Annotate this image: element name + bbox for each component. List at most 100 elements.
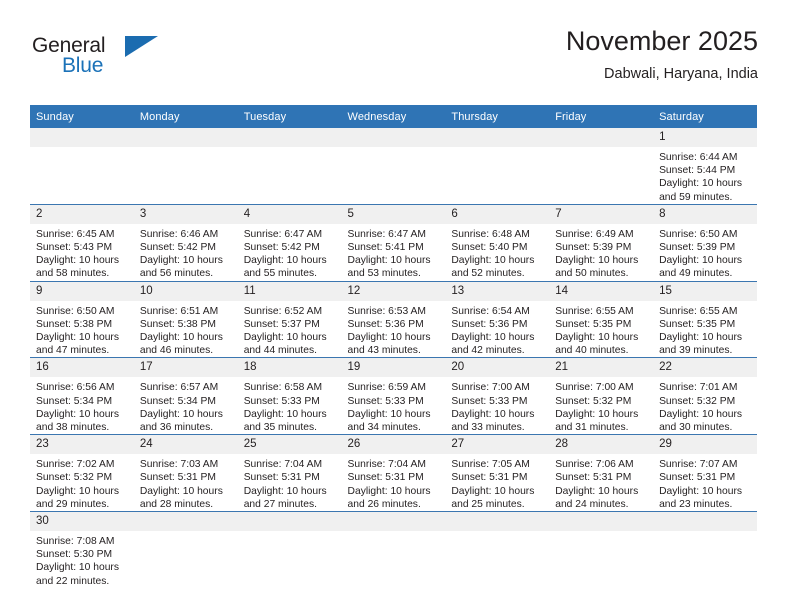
calendar-day-cell[interactable]: 22 Sunrise: 7:01 AM Sunset: 5:32 PM Dayligh… (653, 357, 757, 435)
day-number: 25 (237, 435, 342, 455)
calendar-cell-empty (237, 128, 342, 204)
sunset-text: Sunset: 5:33 PM (243, 395, 320, 407)
calendar-header-row: Sunday Monday Tuesday Wednesday Thursday Frid… (30, 105, 757, 128)
calendar-day-cell[interactable]: 2 Sunrise: 6:45 AM Sunset: 5:43 PM Daylight… (30, 203, 134, 282)
sunrise-text: Sunrise: 6:55 AM (555, 305, 634, 317)
calendar-cell-empty (341, 511, 446, 588)
calendar-week-row: 23 Sunrise: 7:02 AM Sunset: 5:32 PM Dayligh… (30, 434, 757, 512)
day-number: 2 (30, 204, 134, 224)
calendar-day-cell[interactable]: 23 Sunrise: 7:02 AM Sunset: 5:32 PM Dayligh… (30, 434, 134, 512)
page-title: November 2025 (565, 26, 758, 56)
day-number: 23 (30, 435, 134, 455)
sun-times-block: Sunrise: 7:06 AM Sunset: 5:31 PM Daylight:… (549, 454, 653, 511)
calendar-week-row: 9 Sunrise: 6:50 AM Sunset: 5:38 PM Daylight… (30, 280, 757, 358)
daylight-1-text: Daylight: 10 hours (555, 255, 639, 267)
sunrise-text: Sunrise: 6:52 AM (243, 305, 323, 317)
sunrise-text: Sunrise: 7:03 AM (139, 459, 219, 471)
day-number: 24 (133, 435, 238, 455)
daylight-2-text: and 56 minutes. (139, 268, 214, 280)
calendar-day-cell[interactable]: 12 Sunrise: 6:53 AM Sunset: 5:36 PM Dayligh… (341, 280, 446, 358)
sunrise-text: Sunrise: 6:56 AM (36, 382, 115, 394)
sunset-text: Sunset: 5:32 PM (659, 395, 736, 407)
day-number: 28 (549, 435, 654, 455)
daylight-1-text: Daylight: 10 hours (659, 255, 743, 267)
calendar-day-cell[interactable]: 14 Sunrise: 6:55 AM Sunset: 5:35 PM Dayligh… (549, 280, 654, 358)
calendar-day-cell[interactable]: 19 Sunrise: 6:59 AM Sunset: 5:33 PM Dayligh… (341, 357, 446, 435)
sun-times-block: Sunrise: 6:54 AM Sunset: 5:36 PM Daylight:… (445, 301, 549, 358)
calendar-day-cell[interactable]: 7 Sunrise: 6:49 AM Sunset: 5:39 PM Daylight… (549, 203, 654, 282)
daylight-2-text: and 58 minutes. (36, 268, 110, 280)
day-number (341, 512, 446, 532)
daylight-2-text: and 25 minutes. (451, 498, 525, 510)
day-number: 30 (30, 512, 134, 532)
calendar-week-row: 2 Sunrise: 6:45 AM Sunset: 5:43 PM Daylight… (30, 203, 757, 282)
sunrise-text: Sunrise: 6:50 AM (36, 305, 115, 317)
day-number (133, 512, 238, 532)
sun-times-block: Sunrise: 6:48 AM Sunset: 5:40 PM Daylight:… (445, 224, 549, 281)
sunset-text: Sunset: 5:40 PM (451, 242, 528, 254)
sun-times-block: Sunrise: 6:45 AM Sunset: 5:43 PM Daylight:… (30, 224, 134, 281)
daylight-2-text: and 59 minutes. (659, 191, 733, 203)
sun-times-block: Sunrise: 7:01 AM Sunset: 5:32 PM Daylight:… (653, 377, 757, 434)
sunset-text: Sunset: 5:31 PM (347, 472, 424, 484)
sunset-text: Sunset: 5:36 PM (347, 318, 424, 330)
calendar-day-cell[interactable]: 8 Sunrise: 6:50 AM Sunset: 5:39 PM Daylight… (653, 203, 757, 282)
calendar-day-cell[interactable]: 27 Sunrise: 7:05 AM Sunset: 5:31 PM Dayligh… (445, 434, 550, 512)
daylight-1-text: Daylight: 10 hours (243, 408, 327, 420)
general-blue-logo: General Blue (32, 34, 172, 90)
calendar-day-cell[interactable]: 17 Sunrise: 6:57 AM Sunset: 5:34 PM Dayligh… (133, 357, 238, 435)
daylight-2-text: and 55 minutes. (243, 268, 317, 280)
calendar-day-cell[interactable]: 26 Sunrise: 7:04 AM Sunset: 5:31 PM Dayligh… (341, 434, 446, 512)
sunrise-text: Sunrise: 6:50 AM (659, 228, 738, 240)
daylight-1-text: Daylight: 10 hours (451, 332, 535, 344)
day-number (133, 128, 238, 147)
daylight-2-text: and 50 minutes. (555, 268, 629, 280)
calendar-day-cell[interactable]: 29 Sunrise: 7:07 AM Sunset: 5:31 PM Dayligh… (653, 434, 757, 512)
daylight-2-text: and 34 minutes. (347, 422, 421, 434)
daylight-2-text: and 43 minutes. (347, 345, 421, 357)
sunset-text: Sunset: 5:41 PM (347, 242, 424, 254)
daylight-1-text: Daylight: 10 hours (36, 408, 119, 420)
calendar-day-cell[interactable]: 30 Sunrise: 7:08 AM Sunset: 5:30 PM Dayligh… (30, 511, 134, 588)
calendar-day-cell[interactable]: 21 Sunrise: 7:00 AM Sunset: 5:32 PM Dayligh… (549, 357, 654, 435)
calendar-day-cell[interactable]: 24 Sunrise: 7:03 AM Sunset: 5:31 PM Dayligh… (133, 434, 238, 512)
sun-times-block: Sunrise: 6:47 AM Sunset: 5:41 PM Daylight:… (342, 224, 446, 281)
calendar-day-cell[interactable]: 4 Sunrise: 6:47 AM Sunset: 5:42 PM Daylight… (237, 203, 342, 282)
calendar-cell-empty (237, 511, 342, 588)
calendar-day-cell[interactable]: 15 Sunrise: 6:55 AM Sunset: 5:35 PM Dayligh… (653, 280, 757, 358)
page-subtitle: Dabwali, Haryana, India (604, 66, 758, 82)
calendar-day-cell[interactable]: 18 Sunrise: 6:58 AM Sunset: 5:33 PM Dayligh… (237, 357, 342, 435)
sunrise-text: Sunrise: 6:48 AM (451, 228, 530, 240)
sun-times-block: Sunrise: 6:47 AM Sunset: 5:42 PM Daylight:… (238, 224, 342, 281)
sun-times-block: Sunrise: 6:52 AM Sunset: 5:37 PM Daylight:… (238, 301, 342, 358)
calendar-table: Sunday Monday Tuesday Wednesday Thursday Frid… (30, 105, 757, 588)
calendar-day-cell[interactable]: 20 Sunrise: 7:00 AM Sunset: 5:33 PM Dayligh… (445, 357, 550, 435)
day-number: 5 (341, 204, 446, 224)
calendar-day-cell[interactable]: 3 Sunrise: 6:46 AM Sunset: 5:42 PM Daylight… (133, 203, 238, 282)
calendar-day-cell[interactable]: 13 Sunrise: 6:54 AM Sunset: 5:36 PM Dayligh… (445, 280, 550, 358)
daylight-1-text: Daylight: 10 hours (139, 255, 223, 267)
day-number: 6 (445, 204, 550, 224)
day-number: 16 (30, 358, 134, 378)
calendar-week-row: 30 Sunrise: 7:08 AM Sunset: 5:30 PM Dayligh… (30, 511, 757, 588)
sunset-text: Sunset: 5:44 PM (659, 165, 736, 177)
sunrise-text: Sunrise: 7:02 AM (36, 459, 115, 471)
calendar-day-cell[interactable]: 16 Sunrise: 6:56 AM Sunset: 5:34 PM Dayligh… (30, 357, 134, 435)
calendar-day-cell[interactable]: 10 Sunrise: 6:51 AM Sunset: 5:38 PM Dayligh… (133, 280, 238, 358)
sunset-text: Sunset: 5:31 PM (139, 472, 216, 484)
calendar-day-cell[interactable]: 5 Sunrise: 6:47 AM Sunset: 5:41 PM Daylight… (341, 203, 446, 282)
calendar-day-cell[interactable]: 11 Sunrise: 6:52 AM Sunset: 5:37 PM Dayligh… (237, 280, 342, 358)
calendar-cell-empty (133, 128, 238, 204)
calendar-day-cell[interactable]: 6 Sunrise: 6:48 AM Sunset: 5:40 PM Daylight… (445, 203, 550, 282)
calendar-day-cell[interactable]: 25 Sunrise: 7:04 AM Sunset: 5:31 PM Dayligh… (237, 434, 342, 512)
sun-times-block: Sunrise: 7:05 AM Sunset: 5:31 PM Daylight:… (445, 454, 549, 511)
day-number (549, 128, 654, 147)
calendar-day-cell[interactable]: 9 Sunrise: 6:50 AM Sunset: 5:38 PM Daylight… (30, 280, 134, 358)
calendar-day-cell[interactable]: 28 Sunrise: 7:06 AM Sunset: 5:31 PM Dayligh… (549, 434, 654, 512)
day-number: 15 (653, 281, 757, 301)
sunrise-text: Sunrise: 6:51 AM (139, 305, 219, 317)
day-number: 19 (341, 358, 446, 378)
calendar-day-cell[interactable]: 1 Sunrise: 6:44 AM Sunset: 5:44 PM Daylight… (653, 128, 757, 204)
calendar-cell-empty (30, 128, 134, 204)
day-number: 27 (445, 435, 550, 455)
